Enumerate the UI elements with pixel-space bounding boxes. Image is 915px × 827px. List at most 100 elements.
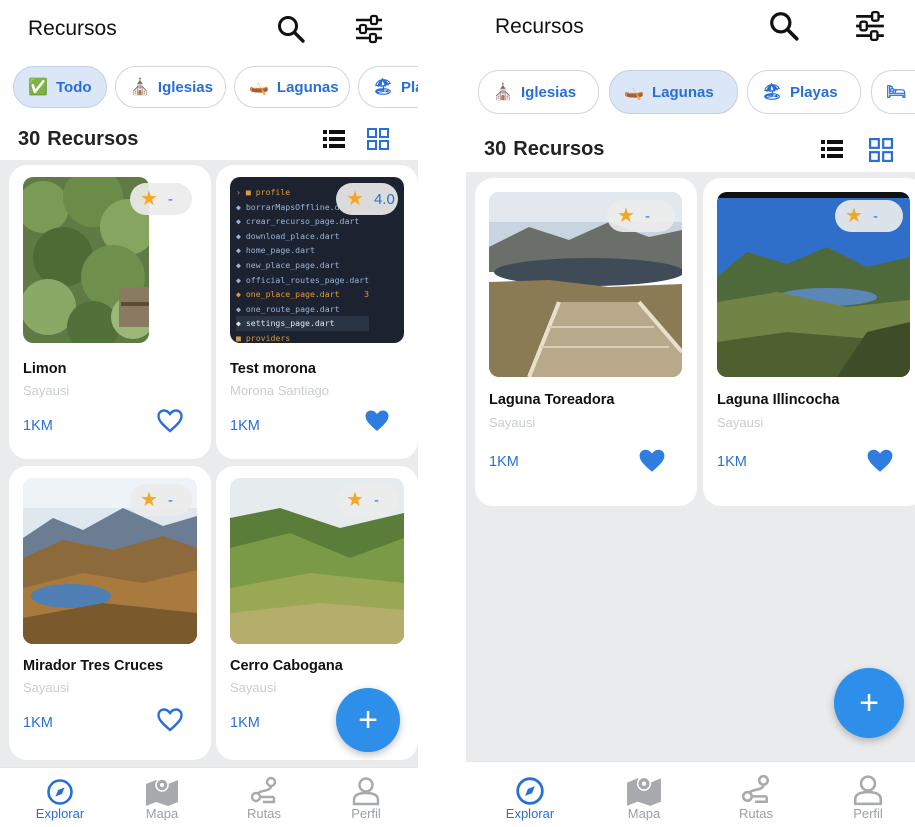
bottom-navigation: Explorar Mapa Rutas Perfil [466, 761, 915, 827]
count-label: Recursos [47, 128, 139, 150]
rating-badge: ★ 4.0 [336, 183, 398, 215]
code-line: ◆ download_place.dart [236, 230, 340, 241]
chip-playas[interactable]: 🏖 Playas [358, 66, 418, 108]
resource-location: Sayausi [489, 415, 536, 430]
rating-badge: ★ - [607, 200, 675, 232]
filter-icon[interactable] [354, 14, 384, 44]
church-icon: ⛪ [130, 79, 150, 96]
chip-hospedaje[interactable]: 🛏 [871, 70, 915, 114]
nav-label: Perfil [351, 806, 381, 821]
page-title: Recursos [28, 17, 117, 40]
resource-location: Sayausi [717, 415, 764, 430]
rating-value: - [167, 190, 173, 208]
chip-label: Todo [56, 78, 92, 96]
star-icon: ★ [346, 489, 364, 511]
left-screen: Recursos ✅ Todo ⛪ Iglesias 🛶 Lagunas 🏖 P… [0, 0, 418, 827]
nav-label: Mapa [145, 806, 179, 821]
right-screen: Recursos ⛪ Iglesias 🛶 Lagunas 🏖 Playas 🛏… [466, 0, 915, 827]
star-icon: ★ [140, 188, 158, 210]
star-icon: ★ [617, 205, 635, 227]
nav-perfil[interactable]: Perfil [828, 762, 908, 827]
heart-outline-icon[interactable] [157, 409, 183, 433]
resource-card[interactable]: › ■ profile ◆ borrarMapsOffline.d ◆ crea… [216, 165, 418, 459]
chip-playas[interactable]: 🏖 Playas [747, 70, 861, 114]
map-icon [146, 778, 178, 806]
code-line: ◆ settings_page.dart [236, 316, 370, 331]
chip-iglesias[interactable]: ⛪ Iglesias [115, 66, 226, 108]
rating-badge: ★ - [835, 200, 903, 232]
nav-explorar[interactable]: Explorar [490, 762, 570, 827]
resource-location: Sayausi [23, 383, 70, 398]
chip-iglesias[interactable]: ⛪ Iglesias [478, 70, 599, 114]
category-chips: ⛪ Iglesias 🛶 Lagunas 🏖 Playas 🛏 [466, 70, 915, 116]
resource-name: Laguna Toreadora [489, 392, 615, 408]
code-line: ◆ new_place_page.dart [236, 259, 340, 270]
canoe-icon: 🛶 [624, 84, 644, 101]
chip-lagunas[interactable]: 🛶 Lagunas [234, 66, 350, 108]
resource-distance: 1KM [23, 715, 53, 731]
star-icon: ★ [845, 205, 863, 227]
app-bar: Recursos [0, 0, 418, 58]
chip-label: Lagunas [652, 83, 714, 101]
nav-label: Explorar [505, 806, 555, 821]
resource-location: Morona Santiago [230, 383, 330, 398]
list-view-icon[interactable] [821, 140, 843, 158]
chip-label: Iglesias [521, 83, 577, 101]
beach-icon: 🏖 [762, 84, 783, 101]
rating-badge: ★ - [130, 183, 192, 215]
star-icon: ★ [140, 489, 158, 511]
resource-card[interactable]: ★ - Laguna Illincocha Sayausi 1KM [703, 178, 915, 506]
resource-distance: 1KM [230, 418, 260, 434]
chip-label: Iglesias [157, 78, 213, 96]
nav-mapa[interactable]: Mapa [604, 762, 684, 827]
compass-icon [47, 779, 73, 805]
heart-outline-icon[interactable] [157, 708, 183, 732]
code-line: ◆ crear_recurso_page.dart [236, 216, 360, 227]
rating-value: 4.0 [373, 190, 395, 208]
bed-icon: 🛏 [886, 84, 907, 101]
resource-name: Cerro Cabogana [230, 658, 343, 674]
star-icon: ★ [346, 188, 364, 210]
person-icon [352, 777, 380, 806]
filter-icon[interactable] [854, 10, 886, 42]
code-line: ◆ home_page.dart [236, 245, 315, 256]
chip-todo[interactable]: ✅ Todo [13, 66, 107, 108]
resource-name: Mirador Tres Cruces [23, 658, 164, 674]
list-view-icon[interactable] [323, 130, 345, 148]
code-line: ◆ official_routes_page.dart [236, 274, 370, 285]
heart-filled-icon[interactable] [364, 409, 390, 433]
chip-label: Playas [790, 83, 838, 101]
heart-filled-icon[interactable] [866, 448, 894, 474]
resource-card[interactable]: ★ - Limon Sayausi 1KM [9, 165, 211, 459]
resource-name: Test morona [230, 361, 316, 377]
nav-label: Rutas [247, 806, 281, 821]
resource-distance: 1KM [489, 454, 519, 470]
rating-value: - [872, 207, 878, 225]
code-line: ◆ one_route_page.dart [236, 303, 340, 314]
nav-label: Rutas [739, 806, 773, 821]
grid-view-icon[interactable] [367, 128, 389, 150]
person-icon [853, 775, 883, 806]
resource-name: Laguna Illincocha [717, 392, 840, 408]
add-resource-button[interactable]: + [834, 668, 904, 738]
checkmark-icon: ✅ [28, 79, 48, 96]
grid-view-icon[interactable] [869, 138, 893, 162]
resource-distance: 1KM [230, 715, 260, 731]
nav-label: Mapa [627, 806, 661, 821]
resource-card[interactable]: ★ - Mirador Tres Cruces Sayausi 1KM [9, 466, 211, 760]
nav-perfil[interactable]: Perfil [326, 768, 406, 827]
add-resource-button[interactable]: + [336, 688, 400, 752]
chip-lagunas[interactable]: 🛶 Lagunas [609, 70, 738, 114]
resource-distance: 1KM [717, 454, 747, 470]
nav-rutas[interactable]: Rutas [224, 768, 304, 827]
nav-label: Explorar [35, 806, 85, 821]
search-icon[interactable] [276, 14, 306, 44]
heart-filled-icon[interactable] [638, 448, 666, 474]
code-line: ■ providers [236, 332, 291, 343]
search-icon[interactable] [768, 10, 800, 42]
chip-label: Lagunas [276, 78, 339, 96]
nav-explorar[interactable]: Explorar [18, 768, 102, 827]
nav-rutas[interactable]: Rutas [716, 762, 796, 827]
nav-mapa[interactable]: Mapa [122, 768, 202, 827]
resource-card[interactable]: ★ - Laguna Toreadora Sayausi 1KM [475, 178, 697, 506]
